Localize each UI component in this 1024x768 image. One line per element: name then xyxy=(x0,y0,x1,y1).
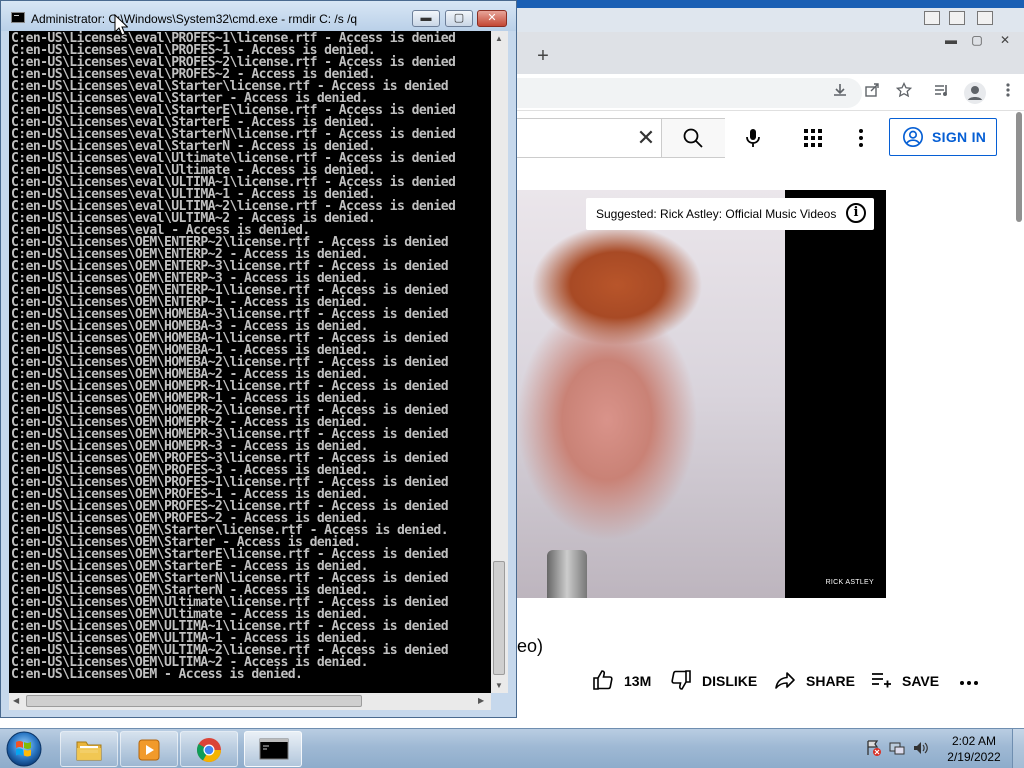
chrome-icon xyxy=(196,738,221,763)
mouse-cursor-icon xyxy=(114,14,128,36)
share-arrow-icon xyxy=(775,672,795,689)
cmd-console-output[interactable]: C:en-US\Licenses\eval\PROFES~1\license.r… xyxy=(9,31,491,693)
taskbar: 2:02 AM 2/19/2022 xyxy=(0,728,1024,768)
download-icon[interactable] xyxy=(829,82,851,104)
video-player[interactable]: RICK ASTLEY xyxy=(517,190,886,598)
media-queue-icon[interactable] xyxy=(931,82,953,104)
scroll-up-arrow-icon[interactable]: ▲ xyxy=(495,34,503,43)
chrome-minimize-button[interactable]: ▬ xyxy=(937,32,965,48)
apps-grid-icon[interactable] xyxy=(803,128,823,148)
start-button[interactable] xyxy=(2,730,46,768)
chrome-maximize-button[interactable]: ▢ xyxy=(963,32,991,48)
playlist-add-icon xyxy=(872,673,891,688)
like-button[interactable]: 13M xyxy=(592,668,656,694)
youtube-header: ✕ SIGN IN xyxy=(517,112,1024,168)
cmd-horizontal-scrollbar[interactable]: ◀ ▶ xyxy=(9,693,491,710)
clock-date[interactable]: 2/19/2022 xyxy=(944,750,1004,764)
network-icon[interactable] xyxy=(888,739,906,757)
chrome-close-button[interactable]: ✕ xyxy=(991,32,1019,48)
more-options-icon[interactable] xyxy=(857,126,865,150)
dislike-button[interactable]: DISLIKE xyxy=(670,668,760,694)
taskbar-cmd-button[interactable] xyxy=(244,731,302,767)
video-title: eo) xyxy=(517,636,544,656)
cmd-vertical-scrollbar[interactable]: ▲ ▼ xyxy=(491,31,508,693)
cmd-horizontal-scroll-thumb[interactable] xyxy=(26,695,362,707)
bookmark-star-icon[interactable] xyxy=(893,81,915,104)
taskbar-explorer-button[interactable] xyxy=(60,731,118,767)
maximize-button[interactable] xyxy=(949,11,965,25)
command-prompt-icon xyxy=(259,738,289,760)
clock-time[interactable]: 2:02 AM xyxy=(944,734,1004,748)
info-icon[interactable]: i xyxy=(846,203,866,223)
video-frame xyxy=(517,190,785,598)
like-count: 13M xyxy=(624,673,652,689)
save-label: SAVE xyxy=(902,673,940,689)
volume-icon[interactable] xyxy=(912,739,930,757)
scroll-left-arrow-icon[interactable]: ◀ xyxy=(13,696,19,705)
search-input[interactable]: ✕ xyxy=(517,118,725,158)
scroll-right-arrow-icon[interactable]: ▶ xyxy=(478,696,484,705)
console-text: C:en-US\Licenses\eval\PROFES~1\license.r… xyxy=(9,31,491,681)
minimize-button[interactable] xyxy=(924,11,940,25)
cmd-titlebar[interactable]: Administrator: C:\Windows\System32\cmd.e… xyxy=(1,1,516,31)
page-scroll-thumb[interactable] xyxy=(1016,112,1022,222)
suggested-overlay[interactable]: Suggested: Rick Astley: Official Music V… xyxy=(586,198,874,230)
more-actions-button[interactable] xyxy=(958,668,982,694)
video-microphone-shape xyxy=(547,550,587,598)
system-tray xyxy=(864,739,934,759)
clear-search-icon[interactable]: ✕ xyxy=(635,127,657,149)
cmd-window[interactable]: Administrator: C:\Windows\System32\cmd.e… xyxy=(0,0,517,718)
folder-icon xyxy=(76,741,102,761)
video-watermark: RICK ASTLEY xyxy=(825,579,874,586)
suggested-text: Suggested: Rick Astley: Official Music V… xyxy=(596,207,837,221)
microphone-icon[interactable] xyxy=(741,126,765,150)
save-button[interactable]: SAVE xyxy=(870,668,940,694)
thumbs-up-icon xyxy=(593,670,613,690)
background-window-frame xyxy=(517,8,1024,33)
share-icon[interactable] xyxy=(861,82,883,104)
action-center-flag-icon[interactable] xyxy=(864,739,882,757)
dislike-label: DISLIKE xyxy=(702,673,758,689)
page-scrollbar[interactable] xyxy=(1014,112,1024,232)
share-button[interactable]: SHARE xyxy=(774,668,856,694)
cmd-app-icon[interactable] xyxy=(11,12,25,23)
account-icon xyxy=(903,127,923,147)
chrome-tabstrip: ▬ ▢ ✕ + xyxy=(517,32,1024,74)
more-horizontal-icon xyxy=(960,681,978,685)
scroll-down-arrow-icon[interactable]: ▼ xyxy=(495,681,503,690)
new-tab-button[interactable]: + xyxy=(531,44,555,68)
media-player-icon xyxy=(138,739,160,761)
cmd-window-title: Administrator: C:\Windows\System32\cmd.e… xyxy=(31,12,358,26)
share-label: SHARE xyxy=(806,673,856,689)
sign-in-label: SIGN IN xyxy=(932,129,987,145)
cmd-minimize-button[interactable]: ▬ xyxy=(412,10,440,27)
chrome-toolbar xyxy=(517,74,1024,111)
cmd-close-button[interactable]: ✕ xyxy=(477,10,507,27)
search-icon xyxy=(683,128,703,148)
sign-in-button[interactable]: SIGN IN xyxy=(889,118,997,156)
taskbar-chrome-button[interactable] xyxy=(180,731,238,767)
chrome-menu-icon[interactable] xyxy=(997,82,1019,104)
address-bar[interactable] xyxy=(517,78,862,108)
close-button[interactable] xyxy=(977,11,993,25)
show-desktop-button[interactable] xyxy=(1012,729,1024,768)
profile-avatar-icon[interactable] xyxy=(964,82,986,104)
cmd-vertical-scroll-thumb[interactable] xyxy=(493,561,505,675)
window-title-strip xyxy=(517,0,1024,8)
taskbar-media-player-button[interactable] xyxy=(120,731,178,767)
thumbs-down-icon xyxy=(671,670,691,690)
cmd-maximize-button[interactable]: ▢ xyxy=(445,10,473,27)
search-button[interactable] xyxy=(661,119,725,157)
console-line: C:en-US\Licenses\OEM - Access is denied. xyxy=(11,667,303,682)
